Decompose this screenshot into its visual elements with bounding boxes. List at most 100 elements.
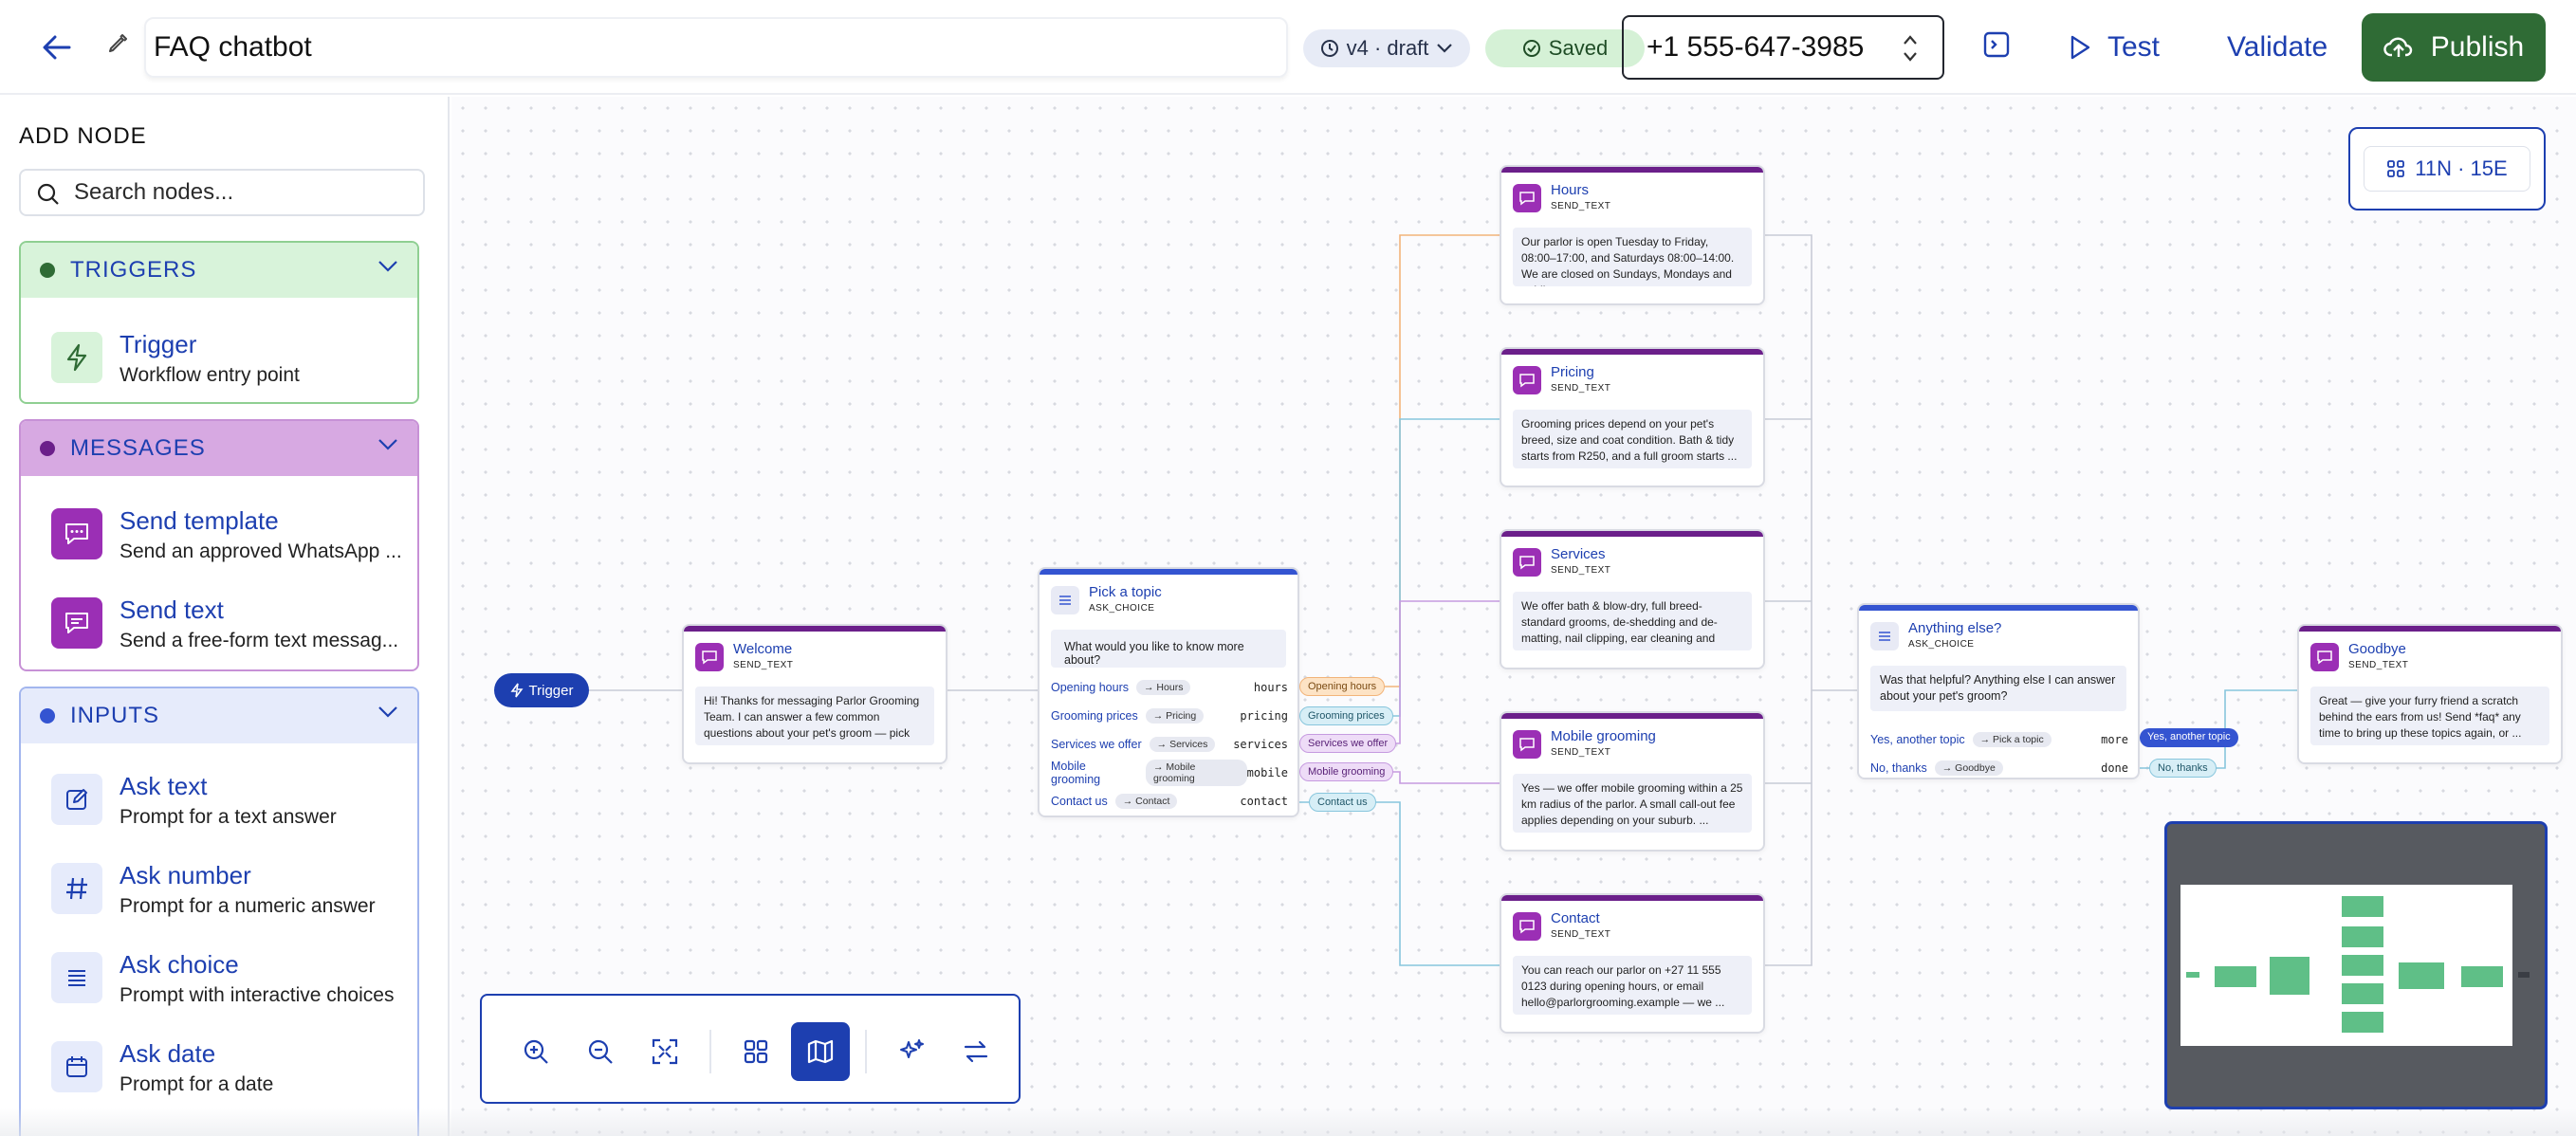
edge-label-no-thanks[interactable]: No, thanks xyxy=(2149,759,2217,778)
workflow-title-input[interactable]: FAQ chatbot xyxy=(144,17,1288,78)
edge-contact-anything xyxy=(1765,690,1812,966)
palette-item-trigger[interactable]: Trigger Workflow entry point xyxy=(21,311,417,400)
choice-row[interactable]: Services we offer → Services services xyxy=(1051,732,1288,757)
node-accent-bar xyxy=(1501,349,1763,355)
node-anything-else[interactable]: Anything else? ASK_CHOICE Was that helpf… xyxy=(1857,603,2140,779)
choice-row[interactable]: Grooming prices → Pricing pricing xyxy=(1051,704,1288,728)
edge-label-contact[interactable]: Contact us xyxy=(1309,793,1376,812)
phone-number-value: +1 555-647-3985 xyxy=(1647,31,1865,63)
item-description: Send an approved WhatsApp ... xyxy=(120,541,402,562)
palette-item-ask-text[interactable]: Ask text Prompt for a text answer xyxy=(21,753,417,842)
edge-label-yes-another[interactable]: Yes, another topic xyxy=(2140,728,2238,747)
trigger-node[interactable]: Trigger xyxy=(494,673,589,707)
choice-target: → Pick a topic xyxy=(1972,732,2052,747)
node-pricing[interactable]: Pricing SEND_TEXT Grooming prices depend… xyxy=(1500,347,1765,487)
validate-label: Validate xyxy=(2227,31,2328,63)
stats-label: 11N · 15E xyxy=(2415,156,2508,180)
list-icon xyxy=(1870,622,1899,650)
status-dot xyxy=(40,263,55,278)
node-accent-bar xyxy=(1859,605,2138,611)
swap-direction-button[interactable] xyxy=(947,1022,1005,1081)
node-welcome[interactable]: Welcome SEND_TEXT Hi! Thanks for messagi… xyxy=(682,624,948,764)
node-pick-topic[interactable]: Pick a topic ASK_CHOICE What would you l… xyxy=(1038,567,1299,817)
node-question: What would you like to know more about? xyxy=(1051,630,1286,668)
choice-row[interactable]: Mobile grooming → Mobile grooming mobile xyxy=(1051,760,1288,786)
minimap[interactable] xyxy=(2164,821,2548,1109)
hash-icon xyxy=(51,863,102,914)
version-dropdown[interactable]: v4 · draft xyxy=(1303,29,1470,67)
back-button[interactable] xyxy=(36,28,78,66)
node-type: SEND_TEXT xyxy=(1551,565,1611,576)
edge-label-mobile[interactable]: Mobile grooming xyxy=(1299,762,1394,781)
toolbar-divider xyxy=(709,1030,711,1073)
minimap-node xyxy=(2342,955,2383,976)
lightning-icon xyxy=(510,683,524,698)
edge-contact xyxy=(1299,801,1504,966)
choice-value: done xyxy=(2101,761,2128,775)
choice-label: Services we offer xyxy=(1051,738,1142,751)
node-mobile-grooming[interactable]: Mobile grooming SEND_TEXT Yes — we offer… xyxy=(1500,711,1765,852)
node-accent-bar xyxy=(1040,569,1297,575)
terminal-button[interactable] xyxy=(1982,30,2013,64)
node-body: We offer bath & blow-dry, full breed-sta… xyxy=(1513,592,1752,650)
minimap-node xyxy=(2399,962,2444,989)
group-triggers-header[interactable]: TRIGGERS xyxy=(21,243,417,298)
chat-bubble-icon xyxy=(1513,548,1541,577)
pencil-icon xyxy=(106,32,133,59)
node-goodbye[interactable]: Goodbye SEND_TEXT Great — give your furr… xyxy=(2297,624,2563,764)
node-body: Yes — we offer mobile grooming within a … xyxy=(1513,774,1752,833)
auto-layout-button[interactable] xyxy=(727,1022,785,1081)
node-hours[interactable]: Hours SEND_TEXT Our parlor is open Tuesd… xyxy=(1500,165,1765,305)
choice-row[interactable]: Yes, another topic → Pick a topic more xyxy=(1870,727,2128,752)
updown-chevron-icon xyxy=(1904,35,1917,62)
node-accent-bar xyxy=(1501,167,1763,173)
group-inputs-header[interactable]: INPUTS xyxy=(21,688,417,743)
group-inputs: INPUTS Ask text Prompt for a text answer… xyxy=(19,687,419,1136)
node-title: Pick a topic xyxy=(1089,584,1162,600)
zoom-out-button[interactable] xyxy=(571,1022,630,1081)
edge-label-grooming-prices[interactable]: Grooming prices xyxy=(1299,706,1393,725)
node-type: SEND_TEXT xyxy=(1551,201,1611,211)
node-type: SEND_TEXT xyxy=(1551,747,1611,758)
group-messages-header[interactable]: MESSAGES xyxy=(21,421,417,476)
node-contact[interactable]: Contact SEND_TEXT You can reach our parl… xyxy=(1500,893,1765,1034)
choice-row[interactable]: Contact us → Contact contact xyxy=(1051,789,1288,814)
publish-button[interactable]: Publish xyxy=(2362,13,2546,82)
node-accent-bar xyxy=(684,626,946,632)
phone-number-select[interactable]: +1 555-647-3985 xyxy=(1622,15,1944,80)
chat-bubble-icon xyxy=(51,597,102,649)
chat-bubble-icon xyxy=(51,508,102,559)
test-button[interactable]: Test xyxy=(2068,25,2160,70)
choice-target: → Mobile grooming xyxy=(1146,760,1247,786)
node-services[interactable]: Services SEND_TEXT We offer bath & blow-… xyxy=(1500,529,1765,669)
edge-opening-hours xyxy=(1299,234,1504,687)
fit-view-button[interactable] xyxy=(635,1022,694,1081)
choice-value: mobile xyxy=(1246,766,1288,779)
ai-assist-button[interactable] xyxy=(882,1022,941,1081)
validate-button[interactable]: Validate xyxy=(2227,25,2328,70)
edge-label-opening-hours[interactable]: Opening hours xyxy=(1299,677,1386,696)
edge-grooming xyxy=(1299,418,1504,717)
palette-item-ask-number[interactable]: Ask number Prompt for a numeric answer xyxy=(21,842,417,931)
choice-row[interactable]: No, thanks → Goodbye done xyxy=(1870,756,2128,778)
flow-canvas[interactable]: Trigger Welcome SEND_TEXT Hi! Thanks for… xyxy=(451,97,2576,1136)
choice-row[interactable]: Opening hours → Hours hours xyxy=(1051,675,1288,700)
graph-stats-badge[interactable]: 11N · 15E xyxy=(2348,127,2546,211)
play-icon xyxy=(2070,35,2090,60)
node-palette-sidebar: ADD NODE Search nodes... TRIGGERS Trigge… xyxy=(0,97,450,1136)
choice-label: Grooming prices xyxy=(1051,709,1138,723)
palette-item-ask-choice[interactable]: Ask choice Prompt with interactive choic… xyxy=(21,931,417,1020)
palette-item-send-text[interactable]: Send text Send a free-form text messag..… xyxy=(21,577,417,666)
node-title: Anything else? xyxy=(1908,620,2002,636)
zoom-in-button[interactable] xyxy=(506,1022,565,1081)
swap-arrows-icon xyxy=(964,1040,988,1063)
item-description: Prompt for a date xyxy=(120,1073,274,1095)
minimap-node xyxy=(2186,972,2199,978)
palette-item-send-template[interactable]: Send template Send an approved WhatsApp … xyxy=(21,487,417,577)
choice-value: hours xyxy=(1253,681,1288,694)
palette-item-ask-date[interactable]: Ask date Prompt for a date xyxy=(21,1020,417,1109)
edge-label-services[interactable]: Services we offer xyxy=(1299,734,1397,753)
terminal-icon xyxy=(1983,31,2010,58)
minimap-toggle-button[interactable] xyxy=(791,1022,850,1081)
search-nodes-input[interactable]: Search nodes... xyxy=(19,169,425,216)
